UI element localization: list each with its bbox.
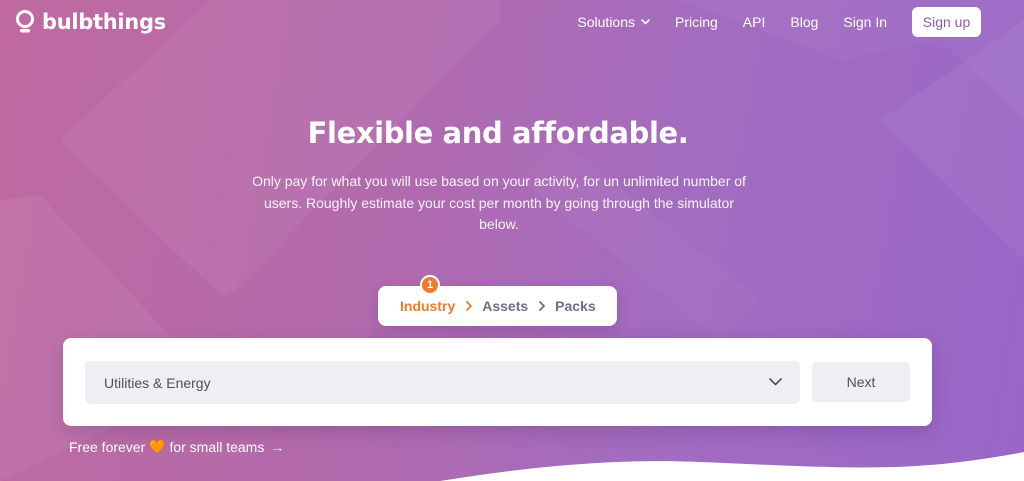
bottom-wave-decoration <box>0 0 1024 481</box>
current-step-badge: 1 <box>420 275 440 295</box>
